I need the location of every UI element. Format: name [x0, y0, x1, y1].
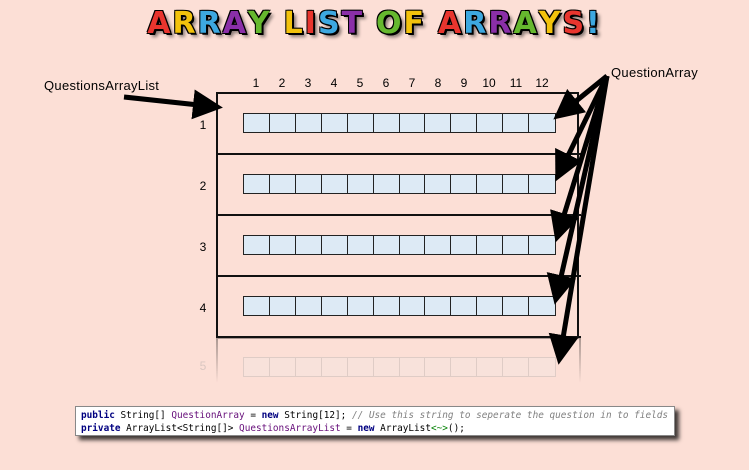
row-divider	[216, 214, 581, 216]
string-array	[243, 113, 556, 133]
array-cell	[270, 297, 296, 315]
array-cell	[477, 175, 504, 193]
array-cell	[322, 114, 348, 132]
array-cell	[451, 358, 478, 376]
array-cell	[451, 236, 478, 254]
array-cell	[244, 358, 270, 376]
array-cell	[322, 236, 348, 254]
array-cell	[503, 175, 530, 193]
array-cell	[296, 114, 322, 132]
array-cell	[322, 175, 348, 193]
array-cell	[477, 114, 504, 132]
array-cell	[348, 175, 374, 193]
array-cell	[477, 236, 504, 254]
column-index-label: 9	[460, 76, 468, 90]
array-cell	[348, 236, 374, 254]
array-cell	[529, 358, 555, 376]
string-array	[243, 296, 556, 316]
array-cell	[348, 358, 374, 376]
column-index-label: 10	[482, 76, 496, 90]
questions-arraylist-label: QuestionsArrayList	[44, 78, 160, 93]
array-cell	[270, 114, 296, 132]
code-snippet: public String[] QuestionArray = new Stri…	[75, 406, 675, 436]
array-cell	[425, 358, 452, 376]
array-cell	[400, 358, 426, 376]
faded-row-reflection: 5	[190, 337, 590, 383]
array-cell	[425, 175, 452, 193]
array-cell	[322, 297, 348, 315]
arraylist-pointer-arrow	[123, 89, 223, 120]
array-cell	[425, 297, 452, 315]
array-cell	[477, 358, 504, 376]
column-index-label: 7	[408, 76, 416, 90]
array-cell	[270, 236, 296, 254]
array-cell	[348, 297, 374, 315]
string-array	[243, 357, 556, 377]
column-index-label: 6	[382, 76, 390, 90]
array-cell	[529, 114, 555, 132]
array-cell	[374, 358, 400, 376]
array-cell	[322, 358, 348, 376]
array-cell	[425, 236, 452, 254]
array-cell	[400, 175, 426, 193]
row-index-label: 4	[199, 301, 207, 315]
column-index-label: 4	[330, 76, 338, 90]
row-index-label: 1	[199, 118, 207, 132]
array-cell	[296, 297, 322, 315]
array-cell	[400, 297, 426, 315]
string-array	[243, 235, 556, 255]
row-divider	[216, 275, 581, 277]
array-cell	[503, 114, 530, 132]
array-cell	[244, 175, 270, 193]
column-index-label: 5	[356, 76, 364, 90]
array-cell	[503, 297, 530, 315]
row-divider	[216, 153, 581, 155]
array-cell	[244, 114, 270, 132]
column-index-label: 1	[252, 76, 260, 90]
row-index-label: 3	[199, 240, 207, 254]
array-cell	[244, 236, 270, 254]
column-index-label: 3	[304, 76, 312, 90]
column-index-label: 2	[278, 76, 286, 90]
array-cell	[374, 297, 400, 315]
array-cell	[529, 175, 555, 193]
column-index-label: 11	[509, 76, 523, 90]
row-index-label: 2	[199, 179, 207, 193]
array-cell	[425, 114, 452, 132]
column-index-label: 8	[434, 76, 442, 90]
array-cell	[477, 297, 504, 315]
array-cell	[400, 114, 426, 132]
array-cell	[451, 175, 478, 193]
array-cell	[451, 297, 478, 315]
diagram-title: ARRAY LIST OF ARRAYS!	[147, 6, 602, 41]
array-cell	[296, 175, 322, 193]
question-array-label: QuestionArray	[611, 65, 698, 80]
array-cell	[374, 175, 400, 193]
array-cell	[270, 175, 296, 193]
array-cell	[244, 297, 270, 315]
array-cell	[503, 358, 530, 376]
array-cell	[503, 236, 530, 254]
array-cell	[270, 358, 296, 376]
column-index-label: 12	[535, 76, 549, 90]
array-cell	[296, 236, 322, 254]
array-cell	[374, 236, 400, 254]
string-array	[243, 174, 556, 194]
array-cell	[296, 358, 322, 376]
array-cell	[451, 114, 478, 132]
array-cell	[400, 236, 426, 254]
row-index-label: 5	[199, 359, 207, 373]
array-cell	[348, 114, 374, 132]
array-cell	[374, 114, 400, 132]
array-cell	[529, 297, 555, 315]
array-cell	[529, 236, 555, 254]
